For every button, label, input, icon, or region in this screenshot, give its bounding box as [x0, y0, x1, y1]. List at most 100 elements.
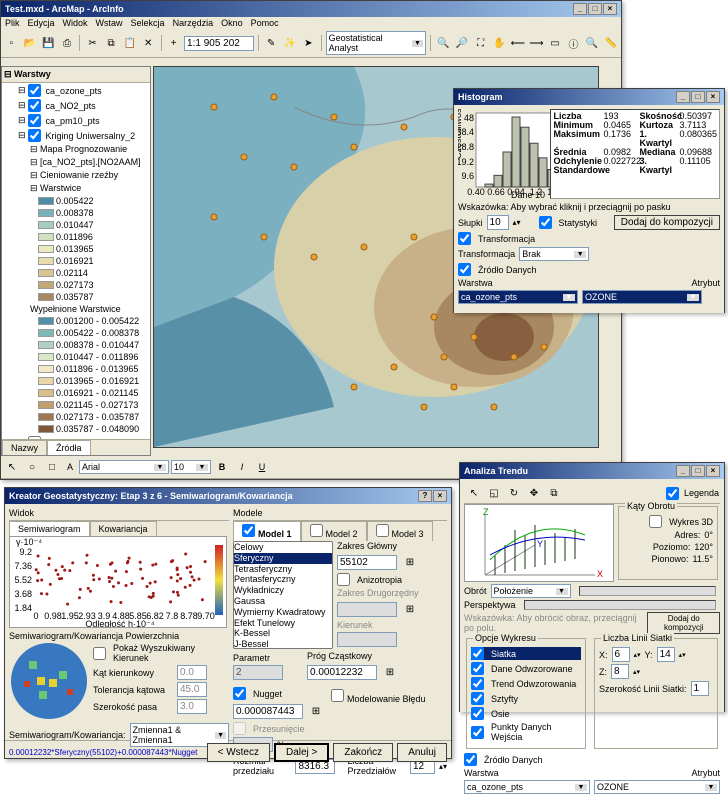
wiz-close-btn[interactable]: × [433, 490, 447, 502]
trend-src-checkbox[interactable] [464, 753, 477, 766]
layer-combo[interactable]: ca_ozone_pts▼ [458, 290, 578, 304]
back-button[interactable]: < Wstecz [207, 743, 270, 762]
trend-min-btn[interactable]: _ [676, 465, 690, 477]
trend-opt[interactable]: Trend Odwzorowania [471, 677, 581, 690]
identify-icon[interactable]: ⓘ [565, 34, 582, 52]
editor-icon[interactable]: ✎ [263, 34, 280, 52]
toc-class[interactable]: 0.027173 [2, 279, 150, 291]
copy-icon[interactable]: ⧉ [545, 484, 563, 502]
toc-filled-class[interactable]: 0.016921 - 0.021145 [2, 387, 150, 399]
menu-edit[interactable]: Edycja [28, 18, 55, 28]
legend-checkbox[interactable] [666, 487, 679, 500]
analyst-combo[interactable]: Geostatistical Analyst▼ [326, 31, 427, 55]
tab-model3[interactable]: Model 3 [367, 521, 433, 541]
toc-filled-class[interactable]: 0.010447 - 0.011896 [2, 351, 150, 363]
toc-item[interactable]: ⊟ Cieniowanie rzeźby [2, 169, 150, 182]
new-icon[interactable]: ▫ [3, 34, 20, 52]
italic-icon[interactable]: I [233, 458, 251, 476]
toc-filled-class[interactable]: 0.005422 - 0.008378 [2, 327, 150, 339]
nugget-input[interactable] [233, 704, 303, 719]
finish-button[interactable]: Zakończ [333, 743, 393, 762]
toc-filled-class[interactable]: 0.013965 - 0.016921 [2, 375, 150, 387]
open-icon[interactable]: 📂 [22, 34, 39, 52]
rotate-icon[interactable]: ↻ [505, 484, 523, 502]
toc-class[interactable]: 0.011896 [2, 231, 150, 243]
toc-class[interactable]: 0.02114 [2, 267, 150, 279]
gridw-input[interactable] [691, 681, 709, 696]
transf-combo[interactable]: Brak▼ [519, 247, 589, 261]
arrow-icon[interactable]: ➤ [300, 34, 317, 52]
maximize-button[interactable]: □ [588, 3, 602, 15]
trend-opt[interactable]: Dane Odwzorowane [471, 662, 581, 675]
stats-checkbox[interactable] [539, 216, 552, 229]
toc-tab-source[interactable]: Źródła [47, 440, 91, 455]
trend-opt[interactable]: Siatka [471, 647, 581, 660]
measure-icon[interactable]: 📏 [602, 34, 619, 52]
menu-insert[interactable]: Wstaw [96, 18, 123, 28]
toc-filled-class[interactable]: 0.027173 - 0.035787 [2, 411, 150, 423]
toc-filled-class[interactable]: 0.011896 - 0.013965 [2, 363, 150, 375]
underline-icon[interactable]: U [253, 458, 271, 476]
next-extent-icon[interactable]: ⟶ [528, 34, 545, 52]
paste-icon[interactable]: 📋 [121, 34, 138, 52]
trend-close-btn[interactable]: × [706, 465, 720, 477]
partial-input[interactable] [307, 665, 377, 680]
trend-opt[interactable]: Sztyfty [471, 692, 581, 705]
menu-help[interactable]: Pomoc [251, 18, 279, 28]
add-data-icon[interactable]: + [165, 34, 182, 52]
trend-opt[interactable]: Osie [471, 707, 581, 720]
trend-attr-combo[interactable]: OZONE▼ [594, 780, 720, 794]
toc-filled-class[interactable]: 0.001200 - 0.005422 [2, 315, 150, 327]
wand-icon[interactable]: ✨ [282, 34, 299, 52]
graph3d-checkbox[interactable] [649, 515, 662, 528]
bold-icon[interactable]: B [213, 458, 231, 476]
hist-max-btn[interactable]: □ [691, 91, 705, 103]
pointer-icon[interactable]: ↖ [465, 484, 483, 502]
transf-checkbox[interactable] [458, 232, 471, 245]
toc-filled-class[interactable]: 0.035787 - 0.048090 [2, 423, 150, 435]
toc-item[interactable]: ⊟ Warstwice [2, 182, 150, 195]
next-button[interactable]: Dalej > [274, 743, 329, 762]
gridx-input[interactable] [612, 647, 630, 662]
bars-input[interactable] [487, 215, 509, 230]
trend-3d-chart[interactable]: XZY [464, 504, 614, 582]
toc-item[interactable]: ⊟ ca_NO2_pts [2, 98, 150, 113]
menu-window[interactable]: Okno [221, 18, 243, 28]
toc-item[interactable]: ⊟ Mapa Prognozowanie [2, 143, 150, 156]
tab-model1[interactable]: Model 1 [233, 521, 301, 541]
wiz-help-btn[interactable]: ? [418, 490, 432, 502]
find-icon[interactable]: 🔍 [584, 34, 601, 52]
trend-layer-combo[interactable]: ca_ozone_pts▼ [464, 780, 590, 794]
menu-view[interactable]: Widok [63, 18, 88, 28]
toc-item[interactable]: ⊟ Kriging Uniwersalny_2 [2, 128, 150, 143]
errmodel-checkbox[interactable] [331, 689, 344, 702]
toc-class[interactable]: 0.016921 [2, 255, 150, 267]
range-input[interactable] [337, 555, 397, 570]
move-icon[interactable]: ✥ [525, 484, 543, 502]
close-button[interactable]: × [603, 3, 617, 15]
add-layout-button[interactable]: Dodaj do kompozycji [614, 215, 720, 230]
zoom-in-icon[interactable]: 🔍 [435, 34, 452, 52]
calc-icon[interactable]: ⊞ [401, 553, 419, 571]
nugget-checkbox[interactable] [233, 687, 246, 700]
gridz-input[interactable] [611, 664, 629, 679]
menu-file[interactable]: Plik [5, 18, 20, 28]
gridy-input[interactable] [657, 647, 675, 662]
toc-tab-display[interactable]: Nazwy [2, 440, 47, 455]
tab-model2[interactable]: Model 2 [301, 521, 367, 541]
cut-icon[interactable]: ✂ [84, 34, 101, 52]
zoom-out-icon[interactable]: 🔎 [454, 34, 471, 52]
datasrc-checkbox[interactable] [458, 263, 471, 276]
cube-icon[interactable]: ◱ [485, 484, 503, 502]
menu-selection[interactable]: Selekcja [131, 18, 165, 28]
draw-rect-icon[interactable]: □ [43, 458, 61, 476]
tab-semivariogram[interactable]: Semiwariogram [9, 521, 90, 536]
select-icon[interactable]: ▭ [547, 34, 564, 52]
searchdir-checkbox[interactable] [93, 647, 106, 660]
hist-min-btn[interactable]: _ [676, 91, 690, 103]
prev-extent-icon[interactable]: ⟵ [510, 34, 527, 52]
scale-input[interactable] [184, 36, 254, 51]
print-icon[interactable]: ⎙ [59, 34, 76, 52]
copy-icon[interactable]: ⧉ [103, 34, 120, 52]
toc-class[interactable]: 0.010447 [2, 219, 150, 231]
